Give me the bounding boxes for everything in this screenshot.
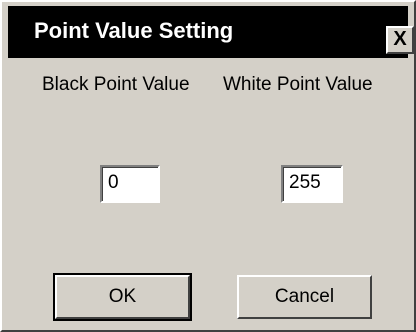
point-value-setting-dialog: Point Value Setting X Black Point Value … <box>0 0 416 332</box>
close-icon: X <box>393 28 407 50</box>
close-button[interactable]: X <box>386 26 414 54</box>
white-point-label: White Point Value <box>223 74 373 95</box>
white-point-input[interactable]: 255 <box>281 165 343 203</box>
ok-button[interactable]: OK <box>53 273 192 321</box>
black-point-label: Black Point Value <box>42 74 190 95</box>
black-point-input[interactable]: 0 <box>100 165 160 203</box>
title-bar[interactable]: Point Value Setting X <box>8 6 414 58</box>
cancel-button[interactable]: Cancel <box>237 275 372 319</box>
dialog-title: Point Value Setting <box>34 18 234 43</box>
